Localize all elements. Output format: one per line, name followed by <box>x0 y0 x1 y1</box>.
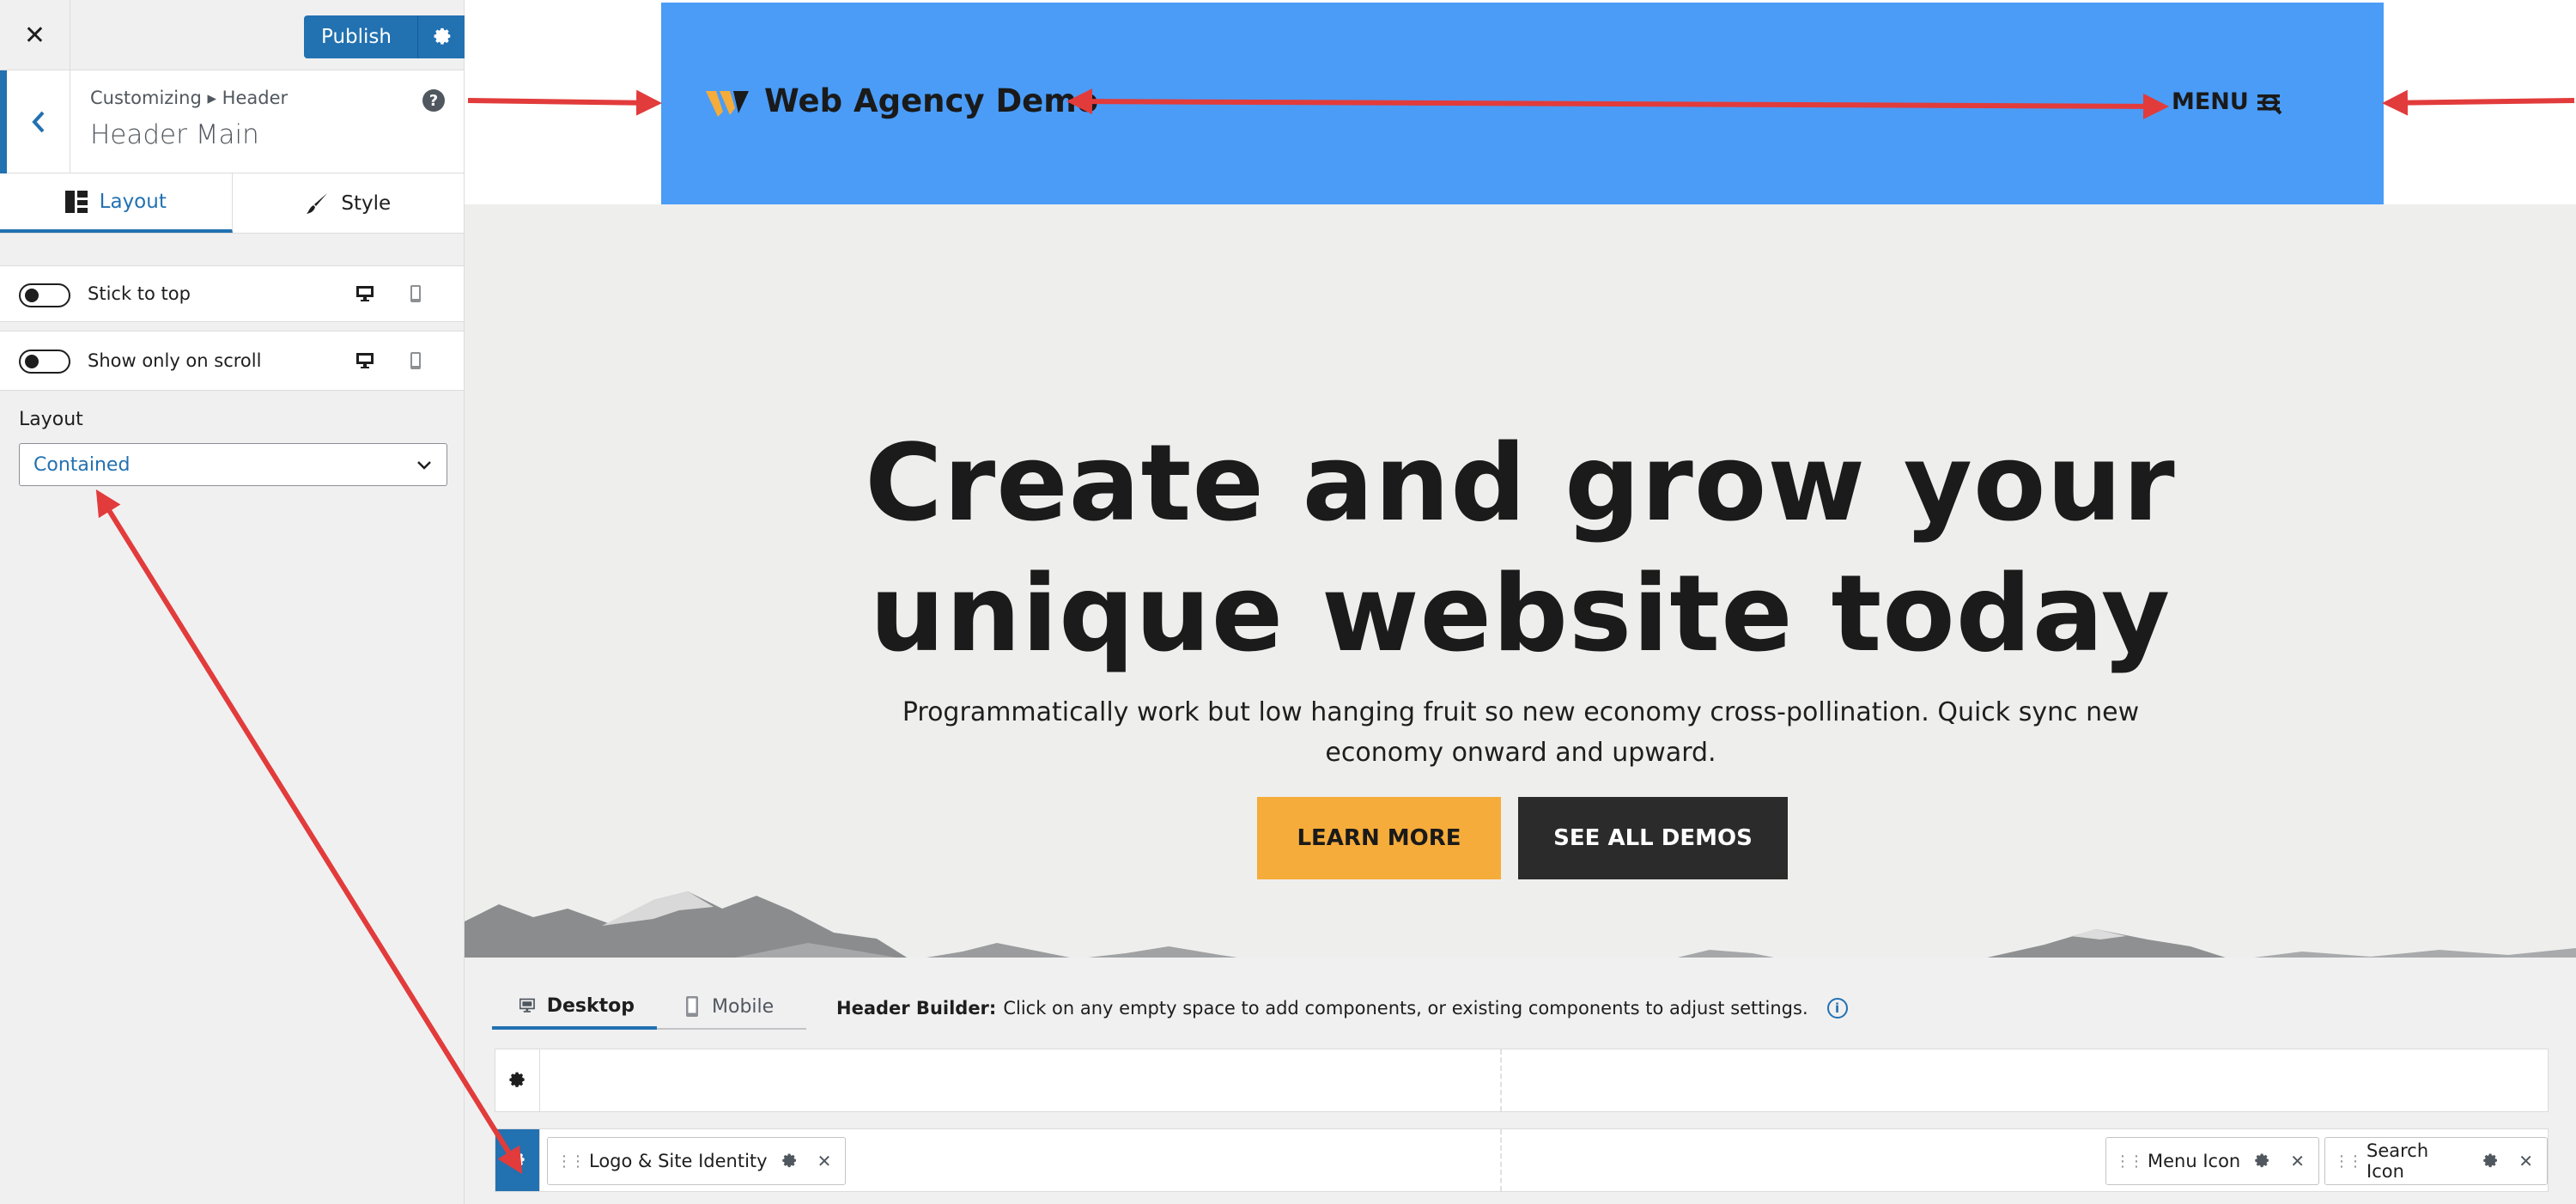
stick-to-top-row: Stick to top <box>0 265 464 322</box>
drag-handle-icon[interactable]: ⋮⋮ <box>556 1152 586 1171</box>
back-chevron-icon[interactable] <box>0 70 70 173</box>
show-on-scroll-toggle[interactable] <box>19 350 70 374</box>
tab-desktop[interactable]: Desktop <box>492 985 657 1030</box>
desktop-device-icon[interactable] <box>355 284 374 303</box>
customizer-topbar: ✕ Publish <box>0 0 468 70</box>
tab-layout-label: Layout <box>99 190 167 213</box>
builder-info-text: Click on any empty space to add componen… <box>1003 998 1808 1019</box>
tab-mobile-label: Mobile <box>712 995 775 1018</box>
remove-component-icon[interactable]: ✕ <box>817 1151 832 1171</box>
layout-grid-icon <box>64 190 88 213</box>
hero-title: Create and grow your unique website toda… <box>465 419 2576 680</box>
header-builder: Desktop Mobile Header Builder: Click on … <box>465 958 2576 1204</box>
component-settings-gear-icon[interactable] <box>2482 1152 2500 1170</box>
menu-icon-chip[interactable]: ⋮⋮ Menu Icon ✕ <box>2105 1137 2319 1185</box>
search-icon-chip[interactable]: ⋮⋮ Search Icon ✕ <box>2324 1137 2548 1185</box>
breadcrumb: Customizing ▸ Header <box>90 88 289 108</box>
customizer-sidebar: ✕ Publish Customizing ▸ Header Header Ma… <box>0 0 468 1204</box>
layout-select-value: Contained <box>33 454 131 476</box>
builder-row-top[interactable] <box>495 1049 2549 1112</box>
stick-to-top-label: Stick to top <box>88 283 191 304</box>
tab-style[interactable]: Style <box>232 173 464 233</box>
show-on-scroll-label: Show only on scroll <box>88 350 262 371</box>
hero-description-line-1: Programmatically work but low hanging fr… <box>902 697 2140 727</box>
menu-icon-label: Menu Icon <box>2148 1151 2241 1171</box>
tab-mobile[interactable]: Mobile <box>657 985 806 1030</box>
search-icon-label: Search Icon <box>2366 1140 2429 1182</box>
logo-w-icon[interactable] <box>706 89 750 119</box>
monitor-icon <box>519 998 535 1012</box>
hero-title-line-1: Create and grow your <box>865 423 2176 545</box>
hero-description-line-2: economy onward and upward. <box>1325 738 1716 768</box>
close-customizer-button[interactable]: ✕ <box>0 0 70 70</box>
row-divider <box>1500 1049 1502 1111</box>
tab-style-label: Style <box>341 192 392 215</box>
info-icon[interactable]: i <box>1826 998 1848 1019</box>
section-header: Customizing ▸ Header Header Main ? <box>0 70 464 173</box>
stick-to-top-toggle[interactable] <box>19 283 70 307</box>
site-title[interactable]: Web Agency Demo <box>764 82 1098 119</box>
publish-group: Publish <box>304 15 468 58</box>
mobile-device-icon[interactable] <box>409 351 422 370</box>
site-header[interactable]: Web Agency Demo MENU <box>661 3 2384 204</box>
builder-info: Header Builder: Click on any empty space… <box>836 998 1848 1019</box>
tab-layout[interactable]: Layout <box>0 173 233 233</box>
publish-settings-gear-icon[interactable] <box>417 15 468 58</box>
logo-site-identity-label: Logo & Site Identity <box>589 1151 768 1171</box>
panel-tabs: Layout Style <box>0 173 464 234</box>
logo-site-identity-chip[interactable]: ⋮⋮ Logo & Site Identity ✕ <box>547 1137 847 1185</box>
see-all-demos-button[interactable]: SEE ALL DEMOS <box>1518 797 1788 879</box>
builder-info-title: Header Builder: <box>836 998 997 1019</box>
menu-label: MENU <box>2172 88 2249 115</box>
site-preview: Create and grow your unique website toda… <box>465 0 2576 958</box>
paintbrush-icon <box>307 192 328 214</box>
hero-title-line-2: unique website today <box>869 553 2172 676</box>
chevron-down-icon <box>417 461 431 470</box>
phone-icon <box>686 996 698 1017</box>
learn-more-button[interactable]: LEARN MORE <box>1257 797 1501 879</box>
help-icon[interactable]: ? <box>422 89 445 112</box>
publish-button[interactable]: Publish <box>304 15 418 58</box>
remove-component-icon[interactable]: ✕ <box>2518 1151 2533 1171</box>
mobile-device-icon[interactable] <box>409 284 422 303</box>
builder-device-tabs: Desktop Mobile <box>492 985 806 1030</box>
drag-handle-icon[interactable]: ⋮⋮ <box>2115 1152 2144 1171</box>
hero-description: Programmatically work but low hanging fr… <box>877 692 2165 773</box>
layout-label: Layout <box>19 409 83 430</box>
layout-select[interactable]: Contained <box>19 443 447 486</box>
row-divider <box>1500 1129 1502 1191</box>
show-on-scroll-row: Show only on scroll <box>0 331 464 391</box>
remove-component-icon[interactable]: ✕ <box>2290 1151 2305 1171</box>
hero-section: Create and grow your unique website toda… <box>465 204 2576 958</box>
builder-row-main[interactable]: ⋮⋮ Logo & Site Identity ✕ ⋮⋮ Menu Icon ✕… <box>495 1128 2549 1192</box>
row-settings-gear-icon[interactable] <box>495 1049 540 1111</box>
desktop-device-icon[interactable] <box>355 351 374 370</box>
search-icon[interactable] <box>2261 94 2283 116</box>
drag-handle-icon[interactable]: ⋮⋮ <box>2334 1152 2363 1171</box>
row-main-settings-gear-icon[interactable] <box>495 1129 540 1191</box>
section-title: Header Main <box>90 119 259 150</box>
tab-desktop-label: Desktop <box>546 994 635 1017</box>
component-settings-gear-icon[interactable] <box>781 1152 799 1170</box>
component-settings-gear-icon[interactable] <box>2254 1152 2271 1170</box>
